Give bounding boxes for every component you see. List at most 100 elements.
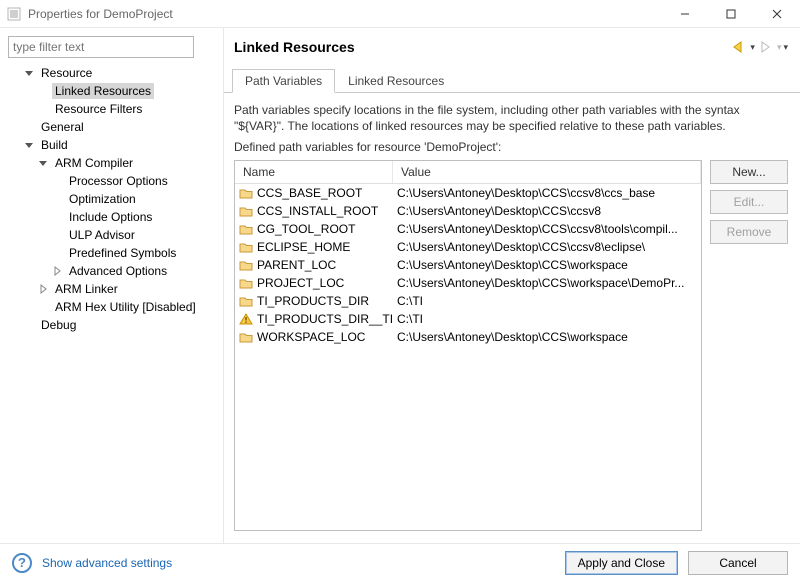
tree-item-label: Resource	[38, 65, 95, 81]
forward-icon[interactable]	[757, 38, 775, 56]
table-row[interactable]: TI_PRODUCTS_DIR C:\TI	[235, 292, 701, 310]
table-row[interactable]: WORKSPACE_LOC C:\Users\Antoney\Desktop\CC…	[235, 328, 701, 346]
app-icon	[6, 6, 22, 22]
forward-dropdown-icon[interactable]: ▾	[777, 42, 782, 53]
table-row[interactable]: ECLIPSE_HOMEC:\Users\Antoney\Desktop\CCS…	[235, 238, 701, 256]
tree-item[interactable]: ARM Linker	[8, 280, 215, 298]
variables-table[interactable]: Name Value CCS_BASE_ROOTC:\Users\Antoney…	[234, 160, 702, 531]
tab-bar: Path VariablesLinked Resources	[224, 68, 800, 93]
back-dropdown-icon[interactable]: ▾	[750, 42, 755, 53]
var-name: CG_TOOL_ROOT	[257, 222, 355, 236]
dialog-footer: ? Show advanced settings Apply and Close…	[0, 543, 800, 581]
back-icon[interactable]	[730, 38, 748, 56]
var-value: C:\Users\Antoney\Desktop\CCS\ccsv8	[393, 204, 701, 218]
tree-item[interactable]: Resource Filters	[8, 100, 215, 118]
cancel-button[interactable]: Cancel	[688, 551, 788, 575]
tree-item[interactable]: ARM Compiler	[8, 154, 215, 172]
var-value: C:\TI	[393, 294, 701, 308]
tree-item-label: Debug	[38, 317, 79, 333]
tree-item-label: General	[38, 119, 87, 135]
tree-item[interactable]: Processor Options	[8, 172, 215, 190]
tree-item[interactable]: Predefined Symbols	[8, 244, 215, 262]
tree-item[interactable]: Resource	[8, 64, 215, 82]
twisty-spacer	[22, 318, 36, 332]
tree-item[interactable]: Linked Resources	[8, 82, 215, 100]
var-value: C:\Users\Antoney\Desktop\CCS\ccsv8\ccs_b…	[393, 186, 701, 200]
tree-item[interactable]: Debug	[8, 316, 215, 334]
twisty-spacer	[36, 102, 50, 116]
table-row[interactable]: PARENT_LOC C:\Users\Antoney\Desktop\CCS\w…	[235, 256, 701, 274]
minimize-button[interactable]	[662, 0, 708, 28]
table-row[interactable]: CCS_BASE_ROOTC:\Users\Antoney\Desktop\CC…	[235, 184, 701, 202]
tree-item-label: ARM Hex Utility [Disabled]	[52, 299, 199, 315]
folder-icon	[239, 223, 253, 235]
page-title: Linked Resources	[234, 39, 730, 55]
tree-item-label: Optimization	[66, 191, 139, 207]
var-name: CCS_INSTALL_ROOT	[257, 204, 378, 218]
var-name: TI_PRODUCTS_DIR	[257, 294, 369, 308]
chevron-right-icon[interactable]	[36, 282, 50, 296]
var-name: PROJECT_LOC	[257, 276, 344, 290]
window-controls	[662, 0, 800, 28]
var-name: PARENT_LOC	[257, 258, 336, 272]
var-name: WORKSPACE_LOC	[257, 330, 365, 344]
maximize-button[interactable]	[708, 0, 754, 28]
tree-item-label: ARM Linker	[52, 281, 121, 297]
nav-toolbar: ▾ ▾ ▾	[730, 38, 788, 56]
twisty-spacer	[22, 120, 36, 134]
chevron-right-icon[interactable]	[50, 264, 64, 278]
twisty-spacer	[50, 228, 64, 242]
apply-close-button[interactable]: Apply and Close	[565, 551, 678, 575]
title-bar: Properties for DemoProject	[0, 0, 800, 28]
tree-item[interactable]: ARM Hex Utility [Disabled]	[8, 298, 215, 316]
twisty-spacer	[36, 84, 50, 98]
var-name: ECLIPSE_HOME	[257, 240, 350, 254]
tab[interactable]: Path Variables	[232, 69, 335, 93]
tree-item[interactable]: Advanced Options	[8, 262, 215, 280]
defined-label: Defined path variables for resource 'Dem…	[224, 138, 800, 160]
remove-button: Remove	[710, 220, 788, 244]
tree-item[interactable]: Include Options	[8, 208, 215, 226]
help-icon[interactable]: ?	[12, 553, 32, 573]
chevron-down-icon[interactable]	[36, 156, 50, 170]
window-title: Properties for DemoProject	[28, 7, 662, 21]
tree-item[interactable]: Optimization	[8, 190, 215, 208]
table-row[interactable]: CG_TOOL_ROOT C:\Users\Antoney\Desktop\CCS…	[235, 220, 701, 238]
side-buttons: New... Edit... Remove	[710, 160, 788, 531]
var-value: C:\Users\Antoney\Desktop\CCS\workspace\D…	[393, 276, 701, 290]
table-row[interactable]: PROJECT_LOC C:\Users\Antoney\Desktop\CCS\…	[235, 274, 701, 292]
folder-icon	[239, 277, 253, 289]
var-value: C:\TI	[393, 312, 701, 326]
tree-item-label: Resource Filters	[52, 101, 145, 117]
var-value: C:\Users\Antoney\Desktop\CCS\ccsv8\tools…	[393, 222, 701, 236]
column-name[interactable]: Name	[235, 161, 393, 183]
twisty-spacer	[50, 210, 64, 224]
chevron-down-icon[interactable]	[22, 138, 36, 152]
tree-item-label: Include Options	[66, 209, 155, 225]
folder-icon	[239, 259, 253, 271]
tree-item[interactable]: Build	[8, 136, 215, 154]
description-text: Path variables specify locations in the …	[224, 93, 800, 138]
twisty-spacer	[50, 174, 64, 188]
tab[interactable]: Linked Resources	[335, 69, 457, 93]
folder-icon	[239, 205, 253, 217]
column-value[interactable]: Value	[393, 161, 701, 183]
table-row[interactable]: TI_PRODUCTS_DIR__TIR...C:\TI	[235, 310, 701, 328]
var-name: TI_PRODUCTS_DIR__TIR...	[257, 312, 393, 326]
tree-item[interactable]: ULP Advisor	[8, 226, 215, 244]
filter-input[interactable]	[8, 36, 194, 58]
main-panel: Linked Resources ▾ ▾ ▾ Path VariablesLin…	[224, 28, 800, 543]
new-button[interactable]: New...	[710, 160, 788, 184]
settings-tree[interactable]: ResourceLinked ResourcesResource Filters…	[8, 64, 215, 334]
table-header: Name Value	[235, 161, 701, 184]
warning-icon	[239, 313, 253, 325]
view-menu-icon[interactable]: ▾	[783, 42, 788, 53]
var-value: C:\Users\Antoney\Desktop\CCS\workspace	[393, 258, 701, 272]
close-button[interactable]	[754, 0, 800, 28]
tree-item[interactable]: General	[8, 118, 215, 136]
tree-item-label: Processor Options	[66, 173, 171, 189]
var-value: C:\Users\Antoney\Desktop\CCS\workspace	[393, 330, 701, 344]
table-row[interactable]: CCS_INSTALL_ROOT C:\Users\Antoney\Desktop…	[235, 202, 701, 220]
advanced-settings-link[interactable]: Show advanced settings	[42, 556, 172, 570]
chevron-down-icon[interactable]	[22, 66, 36, 80]
